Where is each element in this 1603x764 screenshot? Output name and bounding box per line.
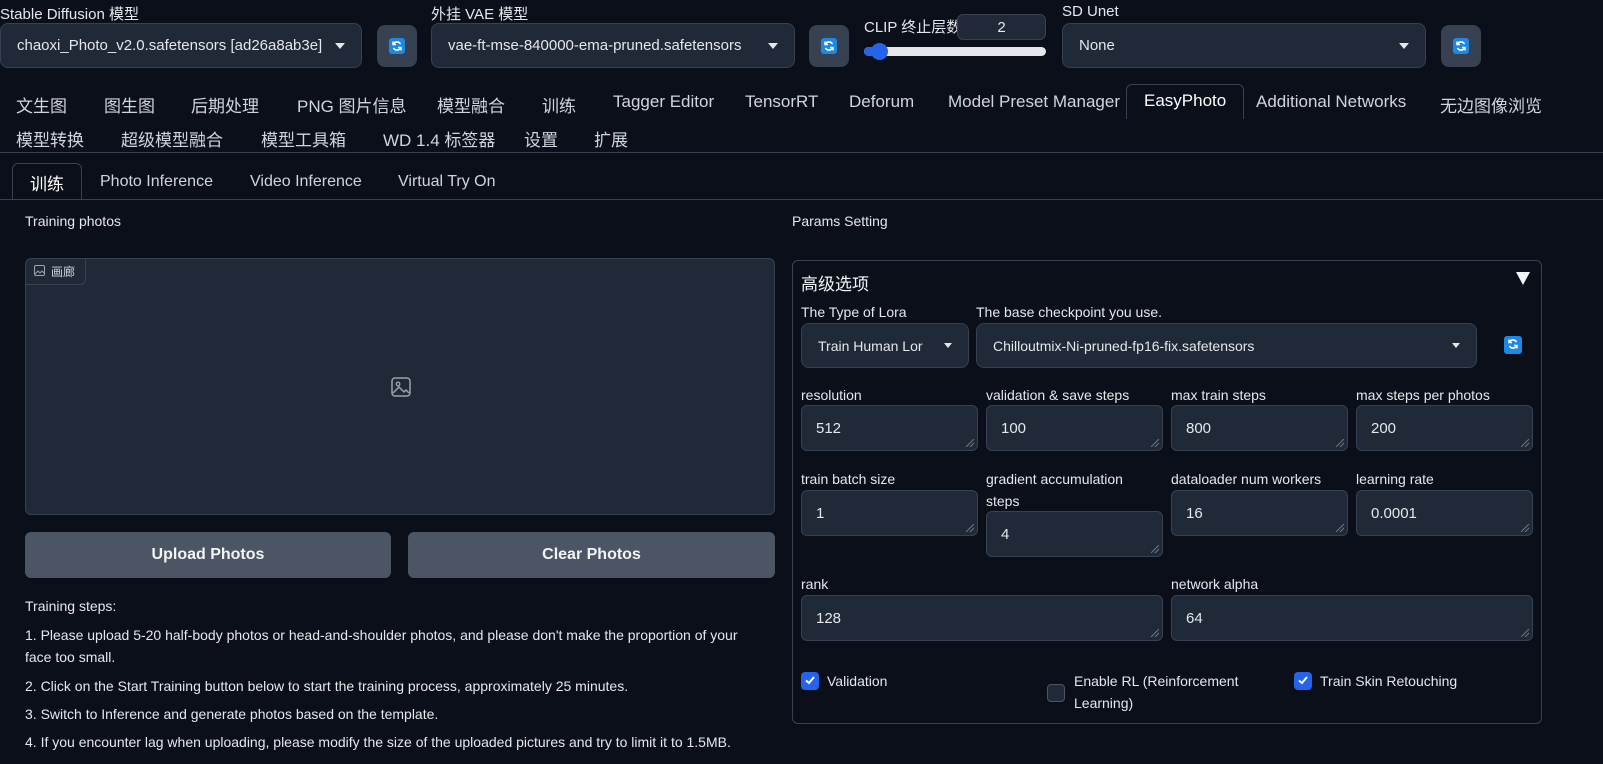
tab-model-preset-manager[interactable]: Model Preset Manager <box>948 92 1120 112</box>
subtab-virtual-try-on[interactable]: Virtual Try On <box>398 173 496 191</box>
tab-img2img[interactable]: 图生图 <box>104 92 155 117</box>
training-step-1a: 1. Please upload 5-20 half-body photos o… <box>25 627 738 643</box>
collapse-triangle-icon[interactable] <box>1516 272 1530 285</box>
train-skin-retouching-label: Train Skin Retouching <box>1320 673 1458 689</box>
rank-input[interactable]: 128 <box>801 595 1163 641</box>
rank-label: rank <box>801 576 829 592</box>
validation-checkbox[interactable] <box>801 672 819 690</box>
tab-wd14-tagger[interactable]: WD 1.4 标签器 <box>383 126 495 151</box>
image-icon <box>34 264 45 279</box>
advanced-options-title: 高级选项 <box>801 275 869 294</box>
max-steps-per-photos-label: max steps per photos <box>1356 387 1490 403</box>
training-step-1b: face too small. <box>25 649 116 665</box>
chevron-down-icon <box>944 343 952 348</box>
tab-extras[interactable]: 后期处理 <box>191 92 259 117</box>
clear-photos-button[interactable]: Clear Photos <box>408 532 775 578</box>
gradient-accumulation-label-2: steps <box>986 493 1020 509</box>
main-tabs-divider <box>0 152 1603 153</box>
base-checkpoint-label: The base checkpoint you use. <box>976 304 1163 320</box>
training-step-2: 2. Click on the Start Training button be… <box>25 678 629 694</box>
tab-model-toolkit[interactable]: 模型工具箱 <box>261 126 346 151</box>
enable-rl-checkbox[interactable] <box>1047 684 1065 702</box>
validation-label: Validation <box>827 673 888 689</box>
train-batch-size-input[interactable]: 1 <box>801 490 978 536</box>
training-step-4: 4. If you encounter lag when uploading, … <box>25 734 731 750</box>
subtab-photo-inference[interactable]: Photo Inference <box>100 173 213 191</box>
main-tabs: 文生图 图生图 后期处理 PNG 图片信息 模型融合 训练 Tagger Edi… <box>0 0 1603 160</box>
refresh-icon <box>1507 337 1519 353</box>
params-setting-label: Params Setting <box>792 213 888 229</box>
training-step-3: 3. Switch to Inference and generate phot… <box>25 706 439 722</box>
network-alpha-label: network alpha <box>1171 576 1259 592</box>
validation-save-steps-label: validation & save steps <box>986 387 1130 403</box>
training-photos-label: Training photos <box>25 213 121 229</box>
checkpoint-refresh-button[interactable] <box>1504 336 1522 354</box>
tab-merge[interactable]: 模型融合 <box>437 92 505 117</box>
subtab-video-inference[interactable]: Video Inference <box>250 173 362 191</box>
learning-rate-label: learning rate <box>1356 471 1434 487</box>
network-alpha-input[interactable]: 64 <box>1171 595 1533 641</box>
base-checkpoint-dropdown[interactable]: Chilloutmix-Ni-pruned-fp16-fix.safetenso… <box>976 323 1477 368</box>
dataloader-workers-input[interactable]: 16 <box>1171 490 1348 536</box>
resolution-label: resolution <box>801 387 862 403</box>
resolution-input[interactable]: 512 <box>801 405 978 451</box>
gradient-accumulation-input[interactable]: 4 <box>986 511 1163 557</box>
tab-tagger-editor[interactable]: Tagger Editor <box>613 92 714 112</box>
tab-additional-networks[interactable]: Additional Networks <box>1256 92 1406 112</box>
checkmark-icon <box>1297 673 1309 689</box>
tab-deforum[interactable]: Deforum <box>849 92 914 112</box>
chevron-down-icon <box>1452 343 1460 348</box>
gallery-tag: 画廊 <box>26 259 87 285</box>
lora-type-dropdown[interactable]: Train Human Lor <box>801 323 969 368</box>
training-steps-title: Training steps: <box>25 598 117 614</box>
lora-type-value: Train Human Lor <box>818 337 923 354</box>
train-skin-retouching-checkbox[interactable] <box>1294 672 1312 690</box>
enable-rl-label-1: Enable RL (Reinforcement <box>1074 673 1239 689</box>
tab-tensorrt[interactable]: TensorRT <box>745 92 818 112</box>
tab-extensions[interactable]: 扩展 <box>594 126 628 151</box>
checkmark-icon <box>804 673 816 689</box>
tab-settings[interactable]: 设置 <box>524 126 558 151</box>
validation-save-steps-input[interactable]: 100 <box>986 405 1163 451</box>
gradient-accumulation-label-1: gradient accumulation <box>986 471 1123 487</box>
tab-train[interactable]: 训练 <box>542 92 576 117</box>
dataloader-workers-label: dataloader num workers <box>1171 471 1322 487</box>
subtabs-divider <box>0 199 1603 200</box>
tab-super-merger[interactable]: 超级模型融合 <box>121 126 223 151</box>
image-placeholder-icon <box>391 377 411 400</box>
gallery-label: 画廊 <box>51 265 76 279</box>
base-checkpoint-value: Chilloutmix-Ni-pruned-fp16-fix.safetenso… <box>993 337 1255 354</box>
training-photos-gallery[interactable]: 画廊 <box>25 258 775 515</box>
enable-rl-label-2: Learning) <box>1074 695 1134 711</box>
train-batch-size-label: train batch size <box>801 471 896 487</box>
tab-txt2img[interactable]: 文生图 <box>16 92 67 117</box>
learning-rate-input[interactable]: 0.0001 <box>1356 490 1533 536</box>
max-train-steps-input[interactable]: 800 <box>1171 405 1348 451</box>
lora-type-label: The Type of Lora <box>801 304 907 320</box>
max-train-steps-label: max train steps <box>1171 387 1266 403</box>
subtab-train[interactable]: 训练 <box>12 163 82 200</box>
tab-png-info[interactable]: PNG 图片信息 <box>297 92 407 117</box>
tab-easyphoto[interactable]: EasyPhoto <box>1126 84 1245 119</box>
tab-model-convert[interactable]: 模型转换 <box>16 126 84 151</box>
max-steps-per-photos-input[interactable]: 200 <box>1356 405 1533 451</box>
upload-photos-button[interactable]: Upload Photos <box>25 532 391 578</box>
tab-infinite-image-browsing[interactable]: 无边图像浏览 <box>1440 92 1542 117</box>
